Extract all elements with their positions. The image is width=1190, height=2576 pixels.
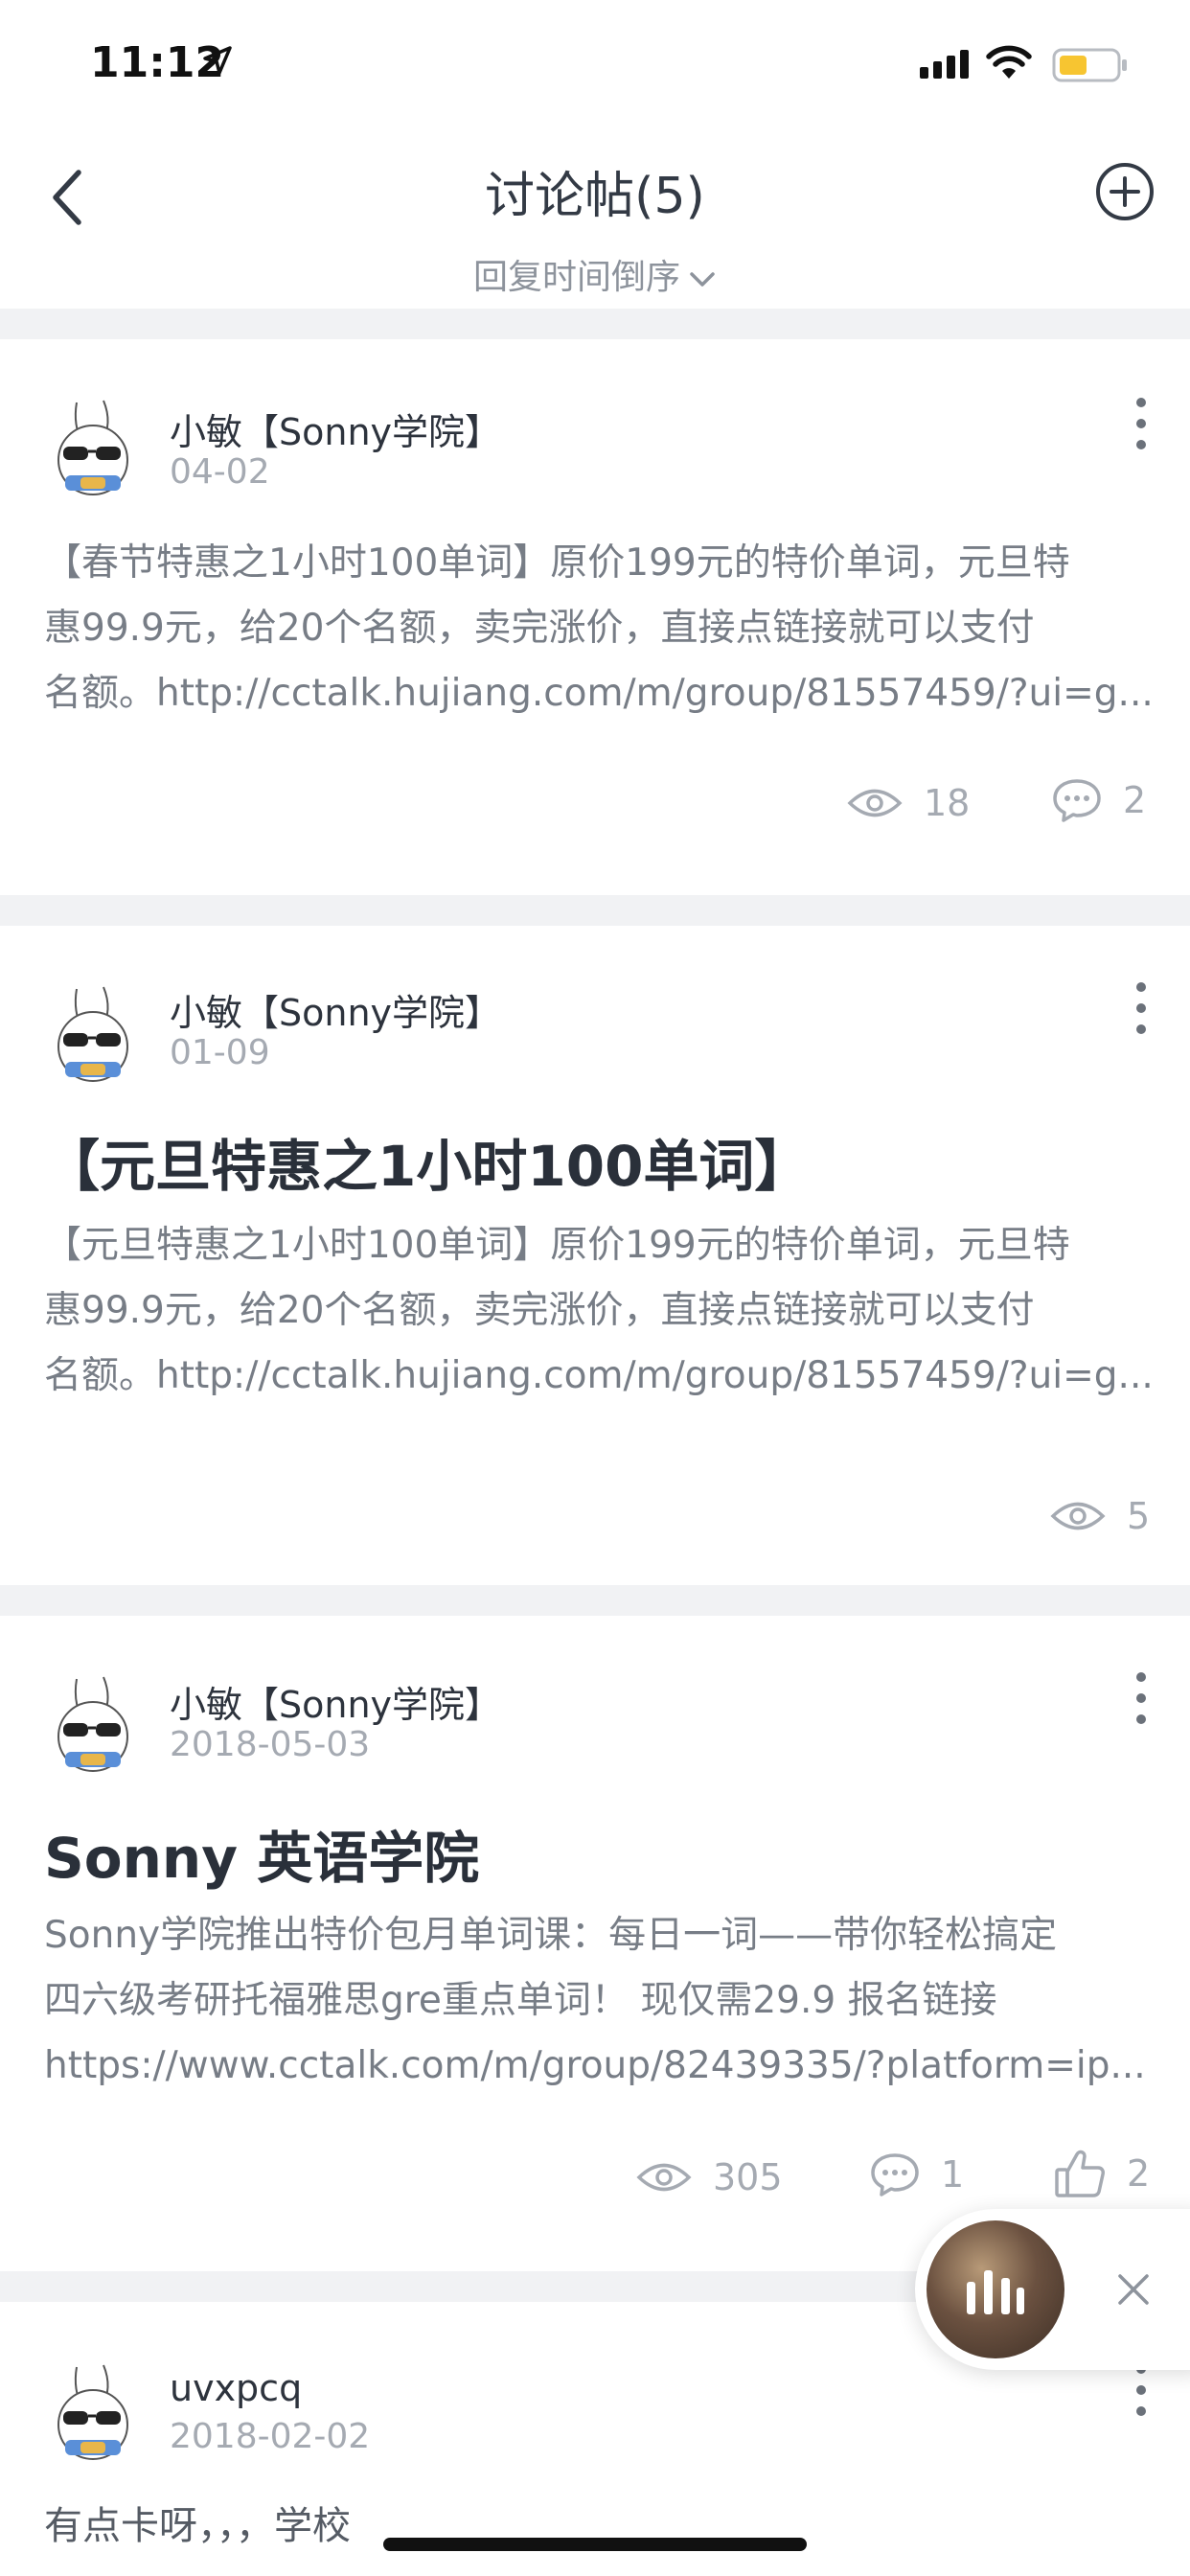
post-date: 04-02 bbox=[170, 452, 270, 492]
view-count: 5 bbox=[1050, 1495, 1150, 1537]
avatar[interactable] bbox=[50, 2361, 136, 2467]
post-body-line: 名额。http://cctalk.hujiang.com/m/group/815… bbox=[44, 672, 1154, 715]
plus-circle-icon[interactable] bbox=[1094, 161, 1156, 222]
comment-count-value: 1 bbox=[941, 2153, 965, 2196]
post-card[interactable]: 小敏【Sonny学院】 04-02 【春节特惠之1小时100单词】原价199元的… bbox=[0, 339, 1190, 895]
post-author[interactable]: uvxpcq bbox=[170, 2367, 302, 2409]
like-count[interactable]: 2 bbox=[1054, 2149, 1150, 2198]
cellular-signal-icon bbox=[920, 50, 969, 79]
post-title[interactable]: 【元旦特惠之1小时100单词】 bbox=[44, 1121, 810, 1202]
wifi-icon bbox=[986, 45, 1032, 79]
post-author[interactable]: 小敏【Sonny学院】 bbox=[170, 1675, 501, 1728]
view-count-value: 305 bbox=[713, 2156, 783, 2198]
chevron-down-icon bbox=[690, 272, 715, 287]
more-vertical-icon[interactable] bbox=[1129, 2361, 1154, 2419]
post-body-line: 【春节特惠之1小时100单词】原价199元的特价单词，元旦特 bbox=[44, 541, 1070, 585]
post-card[interactable]: 小敏【Sonny学院】 01-09 【元旦特惠之1小时100单词】 【元旦特惠之… bbox=[0, 926, 1190, 1585]
post-body-line: 惠99.9元，给20个名额，卖完涨价，直接点链接就可以支付 bbox=[44, 607, 1035, 650]
section-divider bbox=[0, 1585, 1190, 1616]
post-body-line: 名额。http://cctalk.hujiang.com/m/group/815… bbox=[44, 1354, 1154, 1397]
navigation-bar: 讨论帖(5) 回复时间倒序 bbox=[0, 134, 1190, 307]
home-indicator bbox=[383, 2538, 807, 2551]
post-date: 2018-02-02 bbox=[170, 2417, 371, 2456]
more-vertical-icon[interactable] bbox=[1129, 1669, 1154, 1727]
view-count: 305 bbox=[636, 2156, 783, 2198]
view-count-value: 18 bbox=[924, 782, 971, 824]
thumbs-up-icon bbox=[1055, 2150, 1105, 2197]
post-body: Sonny学院推出特价包月单词课：每日一词——带你轻松搞定 四六级考研托福雅思g… bbox=[44, 1903, 1156, 2099]
more-vertical-icon[interactable] bbox=[1129, 979, 1154, 1037]
comment-count[interactable]: 1 bbox=[870, 2152, 964, 2196]
audio-cover[interactable] bbox=[927, 2220, 1064, 2358]
status-bar: 11:12 bbox=[0, 0, 1190, 134]
post-date: 2018-05-03 bbox=[170, 1725, 371, 1764]
section-divider bbox=[0, 895, 1190, 926]
eye-icon bbox=[847, 789, 903, 817]
view-count: 18 bbox=[847, 782, 970, 824]
view-count-value: 5 bbox=[1127, 1495, 1151, 1537]
comment-bubble-icon bbox=[871, 2153, 919, 2196]
post-date: 01-09 bbox=[170, 1033, 270, 1072]
post-body-line: 四六级考研托福雅思gre重点单词！ 现仅需29.9 报名链接 bbox=[44, 1979, 997, 2022]
post-card[interactable]: 小敏【Sonny学院】 2018-05-03 Sonny 英语学院 Sonny学… bbox=[0, 1616, 1190, 2271]
battery-icon bbox=[1052, 48, 1127, 82]
avatar[interactable] bbox=[50, 1673, 136, 1779]
more-vertical-icon[interactable] bbox=[1129, 395, 1154, 452]
comment-bubble-icon bbox=[1053, 779, 1101, 822]
post-body: 【元旦特惠之1小时100单词】原价199元的特价单词，元旦特 惠99.9元，给2… bbox=[44, 1213, 1156, 1409]
sort-selector[interactable]: 回复时间倒序 bbox=[0, 249, 1190, 299]
post-body-line: 【元旦特惠之1小时100单词】原价199元的特价单词，元旦特 bbox=[44, 1224, 1070, 1267]
avatar[interactable] bbox=[50, 983, 136, 1089]
eye-icon bbox=[1050, 1502, 1106, 1530]
close-icon[interactable] bbox=[1114, 2270, 1153, 2309]
post-body-line: 惠99.9元，给20个名额，卖完涨价，直接点链接就可以支付 bbox=[44, 1289, 1035, 1332]
sort-label: 回复时间倒序 bbox=[472, 258, 680, 297]
page-title: 讨论帖(5) bbox=[485, 168, 705, 225]
comment-count[interactable]: 2 bbox=[1052, 778, 1146, 822]
section-divider bbox=[0, 309, 1190, 339]
like-count-value: 2 bbox=[1127, 2152, 1151, 2195]
floating-audio-player[interactable] bbox=[915, 2209, 1190, 2370]
post-body-line: Sonny学院推出特价包月单词课：每日一词——带你轻松搞定 bbox=[44, 1914, 1058, 1957]
post-author[interactable]: 小敏【Sonny学院】 bbox=[170, 983, 501, 1036]
post-body: 【春节特惠之1小时100单词】原价199元的特价单词，元旦特 惠99.9元，给2… bbox=[44, 531, 1156, 726]
post-body-line: https://www.cctalk.com/m/group/82439335/… bbox=[44, 2044, 1146, 2087]
post-author[interactable]: 小敏【Sonny学院】 bbox=[170, 402, 501, 455]
post-title[interactable]: Sonny 英语学院 bbox=[44, 1813, 479, 1894]
avatar[interactable] bbox=[50, 397, 136, 502]
comment-count-value: 2 bbox=[1123, 779, 1147, 821]
location-arrow-icon bbox=[203, 46, 232, 75]
eye-icon bbox=[636, 2163, 692, 2192]
audio-playing-icon bbox=[967, 2270, 1024, 2314]
